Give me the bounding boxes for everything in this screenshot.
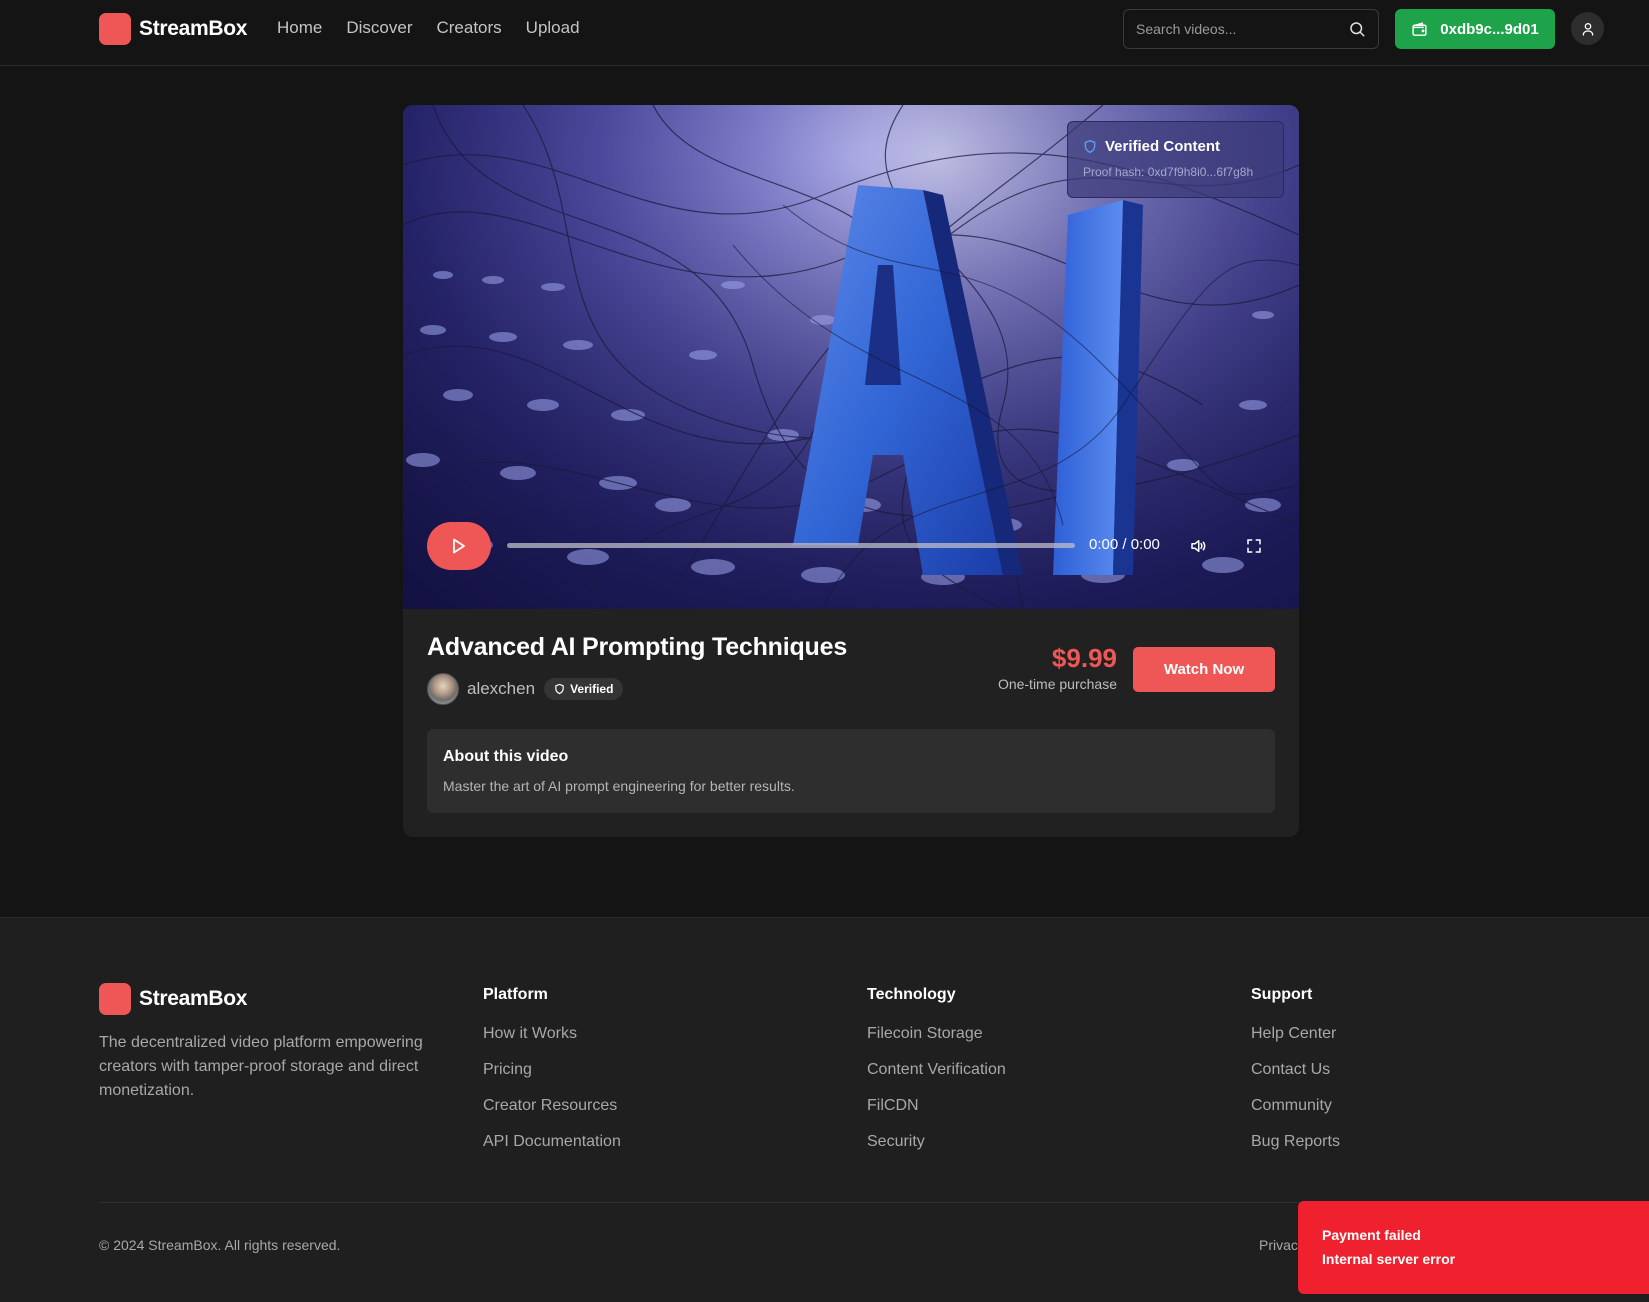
about-section: About this video Master the art of AI pr… xyxy=(427,729,1275,813)
progress-bar[interactable] xyxy=(507,543,1075,548)
copyright: © 2024 StreamBox. All rights reserved. xyxy=(99,1237,341,1253)
logo-mark xyxy=(99,983,131,1015)
author-avatar[interactable] xyxy=(427,673,459,705)
footer-link[interactable]: Bug Reports xyxy=(1251,1132,1340,1151)
footer-link[interactable]: Content Verification xyxy=(867,1060,1006,1079)
play-button[interactable] xyxy=(427,522,491,570)
toast-title: Payment failed xyxy=(1322,1227,1421,1243)
footer-link[interactable]: Filecoin Storage xyxy=(867,1024,1006,1043)
footer-link[interactable]: FilCDN xyxy=(867,1096,1006,1115)
footer-col-title: Support xyxy=(1251,986,1313,1003)
play-icon xyxy=(452,538,466,554)
verified-content-title: Verified Content xyxy=(1105,138,1221,155)
footer-link[interactable]: Contact Us xyxy=(1251,1060,1340,1079)
footer-link[interactable]: API Documentation xyxy=(483,1132,621,1151)
main-nav: Home Discover Creators Upload xyxy=(277,18,580,38)
nav-home[interactable]: Home xyxy=(277,18,322,38)
price-note: One-time purchase xyxy=(997,676,1117,692)
footer-link[interactable]: How it Works xyxy=(483,1024,621,1043)
video-card: Verified Content Proof hash: 0xd7f9h8i0.… xyxy=(403,105,1299,837)
search-input[interactable] xyxy=(1136,21,1348,37)
logo-mark xyxy=(99,13,131,45)
nav-creators[interactable]: Creators xyxy=(436,18,501,38)
error-toast[interactable]: Payment failed Internal server error xyxy=(1298,1201,1649,1294)
privacy-link[interactable]: Privac xyxy=(1259,1237,1298,1253)
footer-description: The decentralized video platform empower… xyxy=(99,1034,423,1099)
volume-icon[interactable] xyxy=(1189,537,1207,555)
author-name[interactable]: alexchen xyxy=(467,679,535,699)
fullscreen-icon[interactable] xyxy=(1245,537,1263,555)
price: $9.99 xyxy=(1051,643,1117,673)
author-row: alexchen Verified xyxy=(427,673,624,705)
footer-link[interactable]: Community xyxy=(1251,1096,1340,1115)
footer-logo[interactable]: StreamBox xyxy=(99,983,247,1015)
user-icon xyxy=(1580,21,1596,37)
footer-col-support: Support Help Center Contact Us Community… xyxy=(1251,986,1340,1168)
footer-col-platform: Platform How it Works Pricing Creator Re… xyxy=(483,986,621,1168)
verified-content-panel: Verified Content Proof hash: 0xd7f9h8i0.… xyxy=(1067,121,1284,198)
nav-upload[interactable]: Upload xyxy=(526,18,580,38)
footer-link[interactable]: Creator Resources xyxy=(483,1096,621,1115)
footer-link[interactable]: Security xyxy=(867,1132,1006,1151)
about-title: About this video xyxy=(443,748,569,765)
nav-discover[interactable]: Discover xyxy=(346,18,412,38)
brand-logo[interactable]: StreamBox xyxy=(99,13,247,45)
wallet-address: 0xdb9c...9d01 xyxy=(1440,20,1539,38)
shield-icon xyxy=(554,683,565,695)
footer-link[interactable]: Pricing xyxy=(483,1060,621,1079)
shield-icon xyxy=(1083,139,1097,154)
footer-col-technology: Technology Filecoin Storage Content Veri… xyxy=(867,986,1006,1168)
wallet-button[interactable]: 0xdb9c...9d01 xyxy=(1395,9,1555,49)
brand-name: StreamBox xyxy=(139,17,248,40)
search-icon[interactable] xyxy=(1348,20,1366,38)
footer-col-title: Technology xyxy=(867,986,956,1003)
footer-col-title: Platform xyxy=(483,986,548,1003)
search-box xyxy=(1123,9,1379,49)
time-display: 0:00 / 0:00 xyxy=(1089,536,1160,553)
verified-badge: Verified xyxy=(544,678,624,700)
proof-hash: Proof hash: 0xd7f9h8i0...6f7g8h xyxy=(1083,165,1254,179)
video-title: Advanced AI Prompting Techniques xyxy=(427,633,848,661)
video-player[interactable]: Verified Content Proof hash: 0xd7f9h8i0.… xyxy=(403,105,1299,609)
user-menu-button[interactable] xyxy=(1571,12,1604,45)
wallet-icon xyxy=(1411,21,1428,38)
top-navbar: StreamBox Home Discover Creators Upload … xyxy=(0,0,1649,66)
toast-message: Internal server error xyxy=(1322,1251,1456,1267)
watch-now-button[interactable]: Watch Now xyxy=(1133,647,1275,692)
about-text: Master the art of AI prompt engineering … xyxy=(443,778,795,794)
verified-badge-label: Verified xyxy=(570,682,614,696)
footer-brand-name: StreamBox xyxy=(139,987,248,1010)
footer-link[interactable]: Help Center xyxy=(1251,1024,1340,1043)
